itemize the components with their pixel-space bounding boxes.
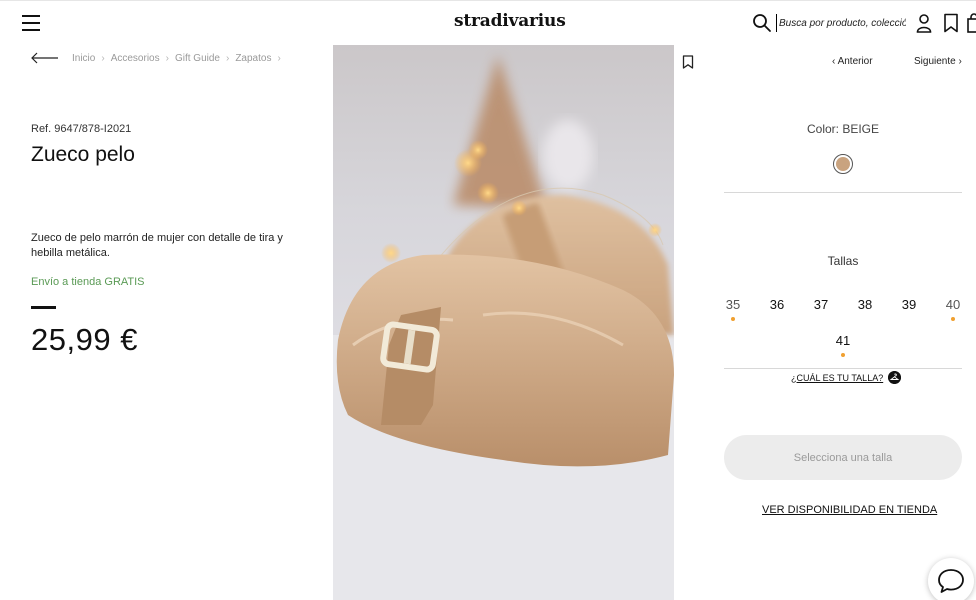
menu-icon[interactable] — [22, 15, 42, 31]
user-icon[interactable] — [916, 13, 932, 33]
divider — [724, 192, 962, 193]
size-option-39[interactable]: 39 — [894, 297, 924, 312]
size-value: 39 — [901, 297, 917, 312]
bag-icon[interactable] — [967, 13, 976, 33]
size-option-38[interactable]: 38 — [850, 297, 880, 312]
size-value: 40 — [945, 297, 961, 312]
next-product-link[interactable]: Siguiente › — [914, 56, 962, 67]
color-swatch-beige[interactable] — [833, 154, 853, 174]
size-option-35[interactable]: 35 — [718, 297, 748, 321]
search-input[interactable] — [776, 14, 906, 32]
size-option-41[interactable]: 41 — [828, 333, 858, 357]
size-guide-label: ¿CUÁL ES TU TALLA? — [791, 372, 884, 383]
slipper-photo — [333, 55, 674, 600]
select-size-button[interactable]: Selecciona una talla — [724, 435, 962, 480]
chat-icon — [938, 569, 964, 593]
product-image[interactable] — [333, 45, 674, 600]
breadcrumb-separator: › — [165, 53, 169, 64]
chevron-right-icon: › — [955, 56, 962, 67]
breadcrumb: Inicio › Accesorios › Gift Guide › Zapatos › — [72, 53, 287, 64]
chat-button[interactable] — [928, 558, 974, 600]
bookmark-icon[interactable] — [682, 55, 694, 69]
search-icon[interactable] — [752, 13, 772, 33]
size-value: 38 — [857, 297, 873, 312]
low-stock-dot — [731, 317, 735, 321]
logo[interactable]: stradivarius — [454, 11, 566, 31]
breadcrumb-separator: › — [277, 53, 281, 64]
breadcrumb-item[interactable]: Accesorios — [111, 53, 160, 64]
product-description: Zueco de pelo marrón de mujer con detall… — [31, 232, 283, 259]
product-price: 25,99 € — [31, 322, 138, 357]
price-divider — [31, 306, 56, 309]
breadcrumb-item[interactable]: Zapatos — [235, 53, 271, 64]
low-stock-dot — [951, 317, 955, 321]
size-value: 36 — [769, 297, 785, 312]
size-option-37[interactable]: 37 — [806, 297, 836, 312]
size-option-40[interactable]: 40 — [938, 297, 968, 321]
previous-label: Anterior — [837, 56, 873, 67]
back-arrow-icon[interactable] — [31, 52, 59, 64]
breadcrumb-separator: › — [101, 53, 105, 64]
sizes-label: Tallas — [827, 254, 859, 268]
low-stock-dot — [841, 353, 845, 357]
hanger-icon — [888, 371, 902, 384]
logo-text: stradivarius — [454, 11, 566, 31]
size-value: 35 — [725, 297, 741, 312]
breadcrumb-item[interactable]: Inicio — [72, 53, 95, 64]
wishlist-header-icon[interactable] — [943, 13, 959, 33]
size-value: 37 — [813, 297, 829, 312]
previous-product-link[interactable]: ‹ Anterior — [832, 56, 873, 67]
swatch-fill — [836, 157, 850, 171]
shipping-info: Envío a tienda GRATIS — [31, 276, 145, 288]
product-title: Zueco pelo — [31, 143, 135, 166]
next-label: Siguiente — [914, 56, 956, 67]
size-guide-link[interactable]: ¿CUÁL ES TU TALLA? — [791, 371, 902, 384]
color-label: Color: BEIGE — [806, 122, 880, 136]
store-availability-link[interactable]: VER DISPONIBILIDAD EN TIENDA — [762, 504, 937, 516]
divider — [724, 368, 962, 369]
size-value: 41 — [835, 333, 851, 348]
header: stradivarius — [0, 0, 976, 44]
breadcrumb-separator: › — [225, 53, 230, 64]
breadcrumb-item[interactable]: Gift Guide — [175, 53, 220, 64]
product-ref: Ref. 9647/878-I2021 — [31, 123, 132, 135]
size-option-36[interactable]: 36 — [762, 297, 792, 312]
